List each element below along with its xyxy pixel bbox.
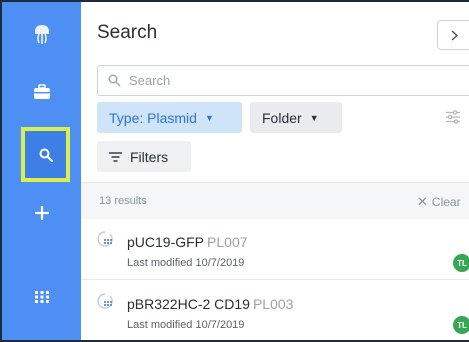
search-box[interactable] [97, 65, 469, 96]
item-name: pBR322HC-2 CD19 PL003 [127, 296, 293, 312]
plasmid-icon [96, 230, 114, 253]
collapse-panel-button[interactable] [437, 20, 469, 50]
item-title: pUC19-GFP [127, 234, 205, 250]
left-rail [2, 2, 81, 340]
rail-create[interactable] [2, 193, 81, 233]
folder-filter-label: Folder [262, 109, 302, 126]
type-filter-label: Type: Plasmid [109, 109, 197, 126]
item-title: pBR322HC-2 CD19 [127, 296, 250, 312]
chevron-right-icon [451, 29, 458, 41]
column-settings-button[interactable] [445, 110, 461, 129]
avatar: TL [453, 254, 469, 272]
results-count: 13 results [99, 195, 147, 207]
close-icon: ✕ [417, 194, 428, 209]
grid-icon [34, 291, 49, 303]
briefcase-icon [33, 84, 50, 99]
filters-label: Filters [130, 148, 169, 165]
list-item[interactable]: pUC19-GFP PL007 Last modified 10/7/2019 T… [81, 220, 469, 280]
rail-inventory[interactable] [2, 72, 81, 112]
list-item[interactable]: pBR322HC-2 CD19 PL003 Last modified 10/7/… [81, 282, 469, 340]
folder-filter-dropdown[interactable]: Folder ▼ [250, 102, 342, 133]
caret-down-icon: ▼ [309, 112, 319, 123]
avatar: TL [453, 316, 469, 334]
item-modified: Last modified 10/7/2019 [127, 257, 245, 269]
clear-button[interactable]: ✕ Clear [417, 194, 461, 210]
type-filter-dropdown[interactable]: Type: Plasmid ▼ [97, 102, 242, 133]
page-title: Search [97, 22, 158, 43]
caret-down-icon: ▼ [204, 112, 214, 123]
rail-apps[interactable] [2, 277, 81, 317]
jellyfish-logo-icon [34, 25, 49, 44]
rail-search[interactable] [21, 127, 70, 182]
results-bar: 13 results ✕ Clear [81, 182, 469, 219]
sliders-icon [446, 110, 460, 124]
item-code: PL003 [252, 296, 294, 312]
clear-label: Clear [431, 195, 461, 209]
filters-button[interactable]: Filters [97, 141, 191, 172]
plus-icon [34, 206, 49, 220]
item-code: PL007 [207, 234, 248, 250]
search-icon [39, 148, 53, 162]
rail-logo[interactable] [2, 14, 81, 54]
filter-lines-icon [109, 151, 122, 162]
item-modified: Last modified 10/7/2019 [127, 319, 245, 331]
plasmid-icon [96, 292, 114, 315]
app-frame: Search Type: Plasmid ▼ Folder ▼ [0, 0, 469, 342]
item-name: pUC19-GFP PL007 [127, 234, 248, 250]
search-panel: Search Type: Plasmid ▼ Folder ▼ [81, 2, 469, 340]
search-icon [108, 74, 121, 87]
search-input[interactable] [129, 73, 429, 88]
